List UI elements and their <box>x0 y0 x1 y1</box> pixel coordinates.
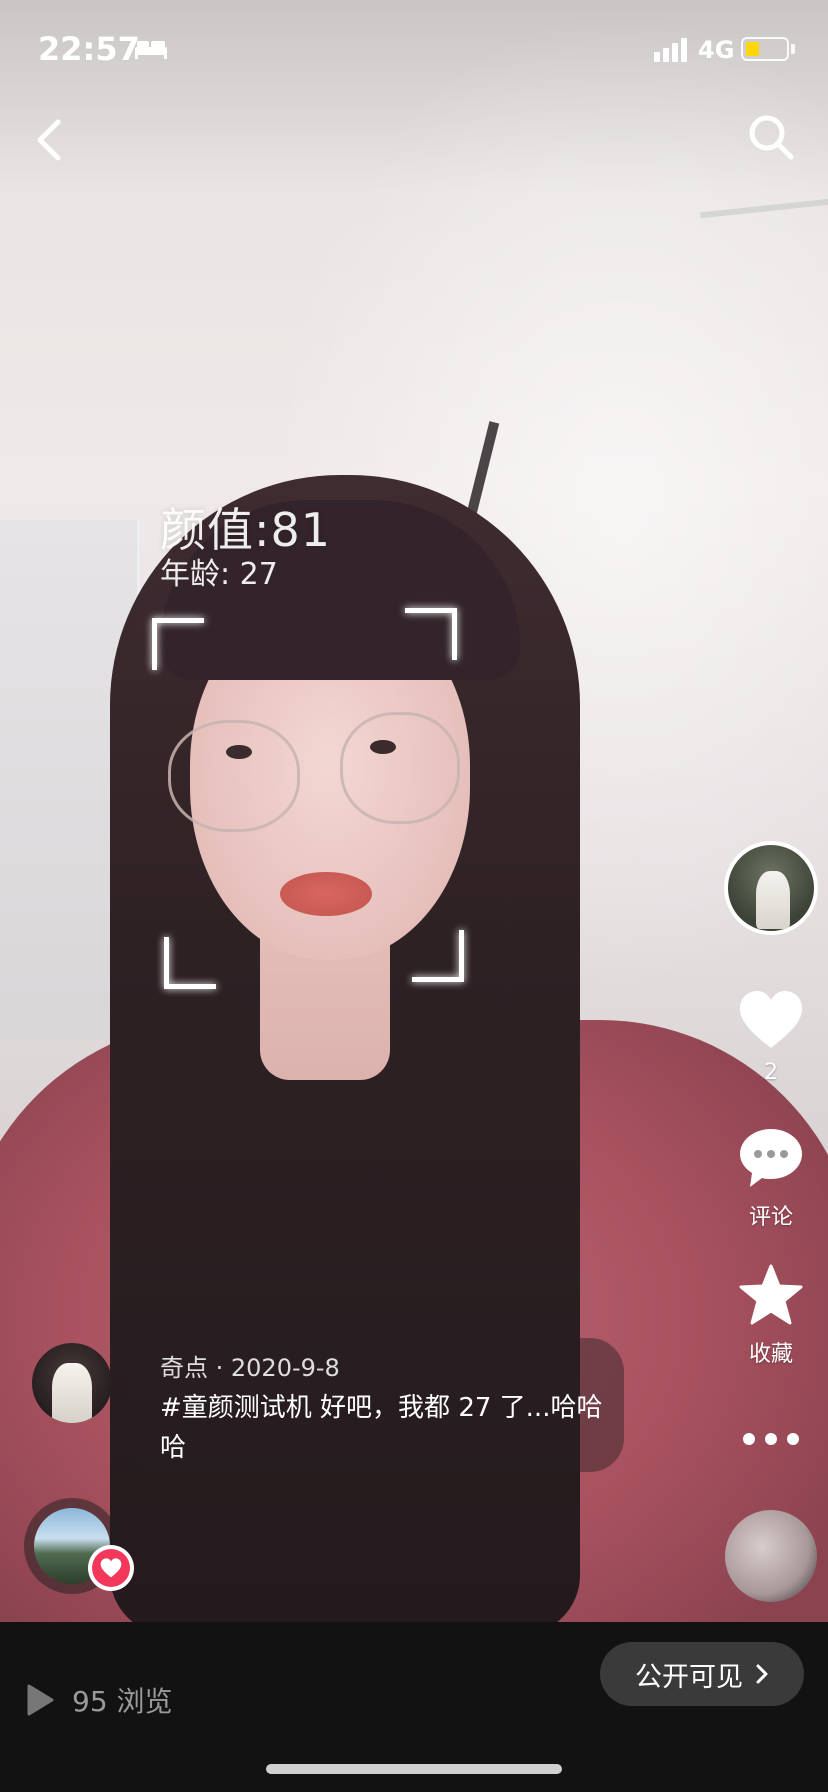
comment-icon <box>740 1129 802 1187</box>
battery-tip <box>791 44 795 54</box>
star-icon <box>739 1264 803 1325</box>
chevron-left-icon[interactable] <box>28 114 72 166</box>
caption-text: #童颜测试机 好吧，我都 27 了...哈哈哈 <box>160 1393 603 1463</box>
face-scan-corner-top-left <box>152 618 204 670</box>
caption-bubble[interactable]: 奇点 · 2020-9-8 #童颜测试机 好吧，我都 27 了...哈哈哈 <box>128 1338 624 1472</box>
avatar-image <box>52 1363 92 1423</box>
heart-badge-core <box>92 1549 130 1587</box>
signal-icon <box>654 38 687 62</box>
comment-label: 评论 <box>748 1205 793 1230</box>
eye-right <box>370 740 396 754</box>
age-estimate-text: 年龄: 27 <box>160 557 278 592</box>
like-count: 2 <box>764 1060 778 1085</box>
heart-icon <box>100 1558 122 1578</box>
status-bar: 22:57 4G <box>0 0 828 100</box>
face-scan-corner-bottom-left <box>164 937 216 989</box>
favorite-button[interactable]: 收藏 <box>724 1264 818 1368</box>
visibility-label: 公开可见 <box>635 1661 743 1693</box>
like-button[interactable]: 2 <box>724 990 818 1085</box>
favorite-label: 收藏 <box>748 1342 793 1367</box>
glasses-right-lens <box>340 712 460 824</box>
heart-icon <box>740 991 802 1048</box>
play-icon <box>27 1684 54 1716</box>
person-lips <box>280 872 372 916</box>
eye-left <box>226 745 252 759</box>
heart-badge[interactable] <box>88 1545 134 1591</box>
bed-icon <box>135 41 167 59</box>
comment-button[interactable]: 评论 <box>724 1127 818 1231</box>
network-type: 4G <box>698 36 735 64</box>
search-icon[interactable] <box>746 112 796 162</box>
author-and-date: 奇点 · 2020-9-8 <box>160 1354 340 1382</box>
views-count: 95 浏览 <box>72 1685 173 1718</box>
beauty-score-text: 颜值:81 <box>160 503 332 557</box>
background-beam <box>700 197 828 219</box>
chevron-right-icon <box>756 1664 768 1684</box>
visibility-button[interactable]: 公开可见 <box>600 1642 804 1706</box>
home-indicator[interactable] <box>266 1764 562 1774</box>
bottom-bar: 95 浏览 公开可见 <box>0 1622 828 1792</box>
face-scan-corner-bottom-right <box>412 930 464 982</box>
more-icon[interactable] <box>741 1426 801 1452</box>
author-avatar-side[interactable] <box>724 841 818 935</box>
avatar-image <box>756 871 790 929</box>
face-scan-corner-top-right <box>405 608 457 660</box>
glasses-left-lens <box>168 720 300 832</box>
author-avatar[interactable] <box>32 1343 112 1423</box>
views-info: 95 浏览 <box>26 1680 173 1720</box>
battery-icon <box>741 37 789 61</box>
related-video-thumbnail[interactable] <box>725 1510 817 1602</box>
status-time: 22:57 <box>38 30 140 68</box>
battery-fill <box>746 42 759 56</box>
